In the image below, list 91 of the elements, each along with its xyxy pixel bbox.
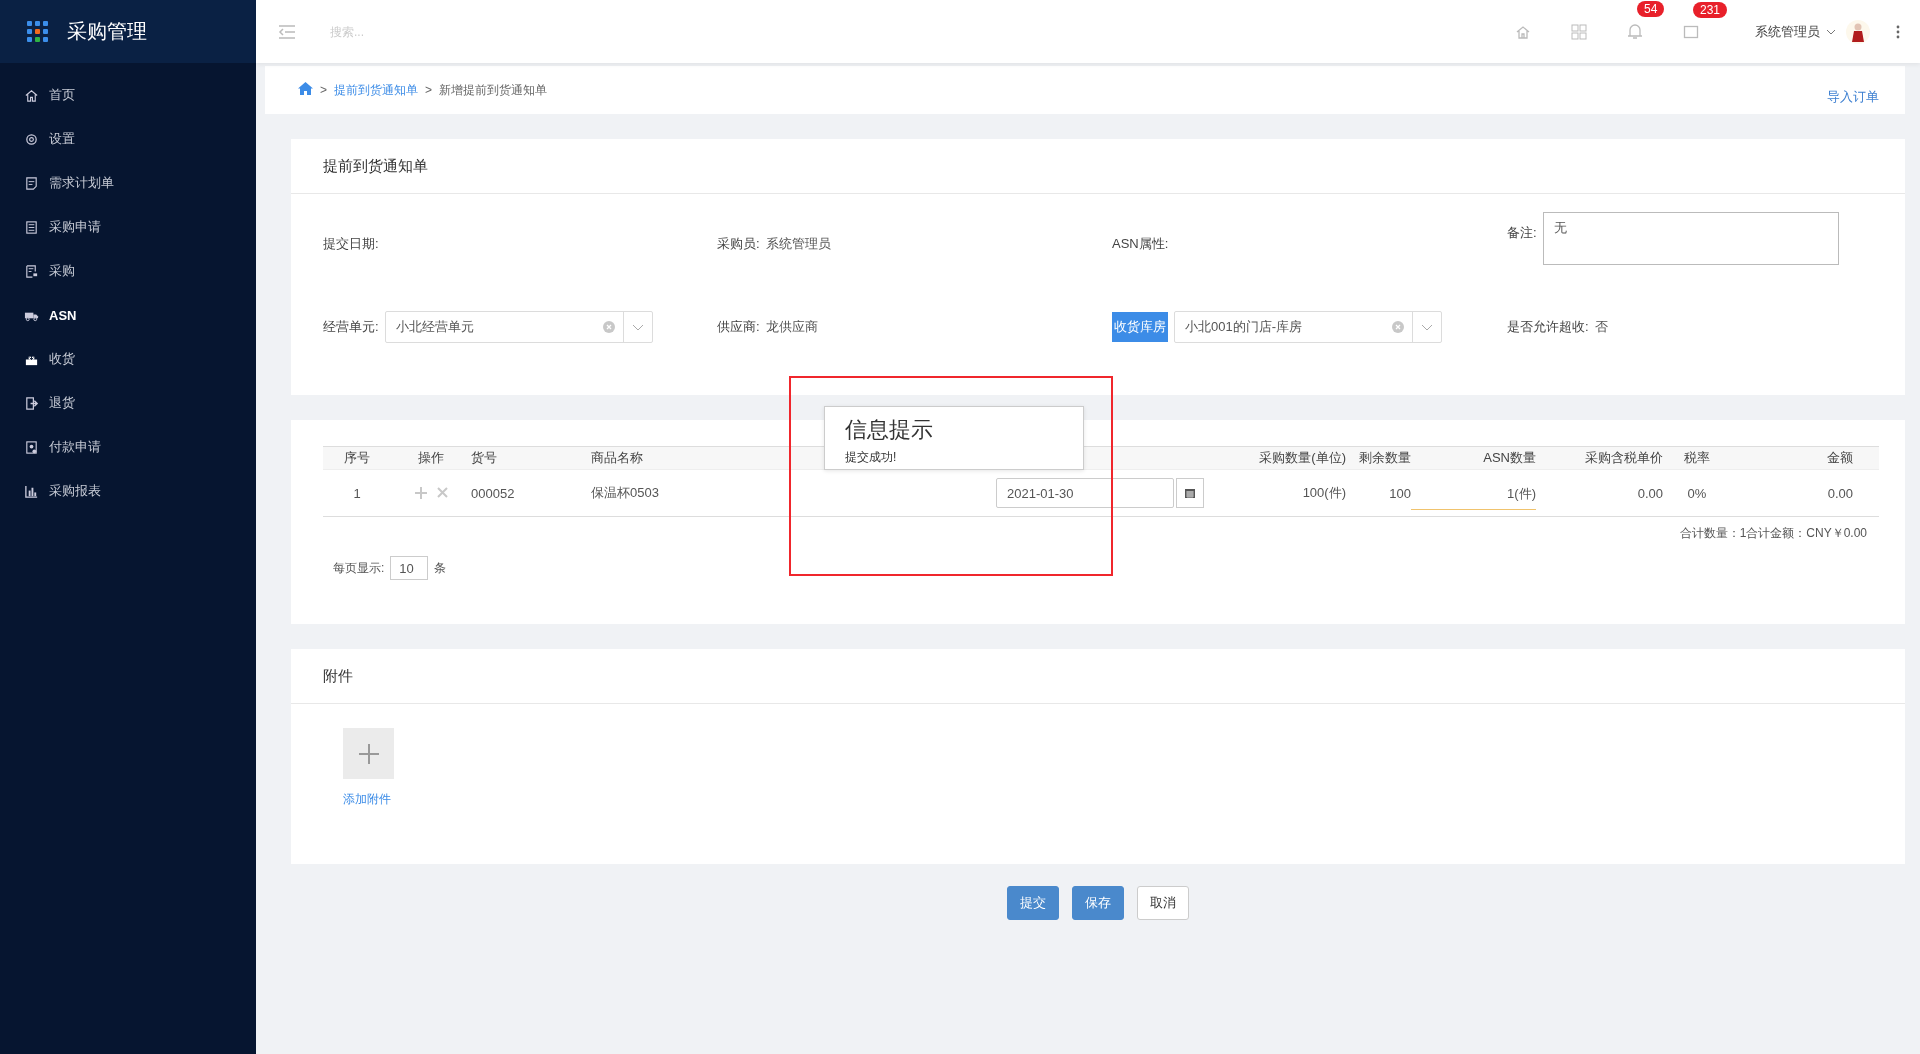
list-icon xyxy=(24,263,39,279)
close-icon[interactable] xyxy=(436,487,448,498)
field-label: 供应商: xyxy=(717,318,760,336)
add-attachment-link[interactable]: 添加附件 xyxy=(343,791,1905,808)
column-header: 金额 xyxy=(1827,449,1853,467)
dialog-message: 提交成功! xyxy=(845,449,898,466)
secondary-button[interactable]: 取消 xyxy=(1137,886,1189,920)
bell-icon[interactable] xyxy=(1627,23,1643,40)
page-size-label: 每页显示: xyxy=(333,559,385,577)
sidebar-item[interactable]: 付款申请 xyxy=(0,425,256,469)
grid-icon[interactable] xyxy=(1571,23,1587,40)
table-cell-text: 1 xyxy=(352,485,362,501)
sidebar-item[interactable]: ASN xyxy=(0,293,256,337)
calendar-icon xyxy=(1185,488,1195,498)
field-label: 备注: xyxy=(1507,224,1537,242)
sidebar-item[interactable]: 采购 xyxy=(0,249,256,293)
clear-icon[interactable] xyxy=(602,321,615,333)
home-icon[interactable] xyxy=(298,82,313,95)
select-field[interactable]: 小北001的门店-库房 xyxy=(1174,311,1442,343)
user-name[interactable]: 系统管理员 xyxy=(1755,22,1820,41)
column-header: 税率 xyxy=(1684,449,1710,467)
sidebar-item[interactable]: 首页 xyxy=(0,73,256,117)
chevron-down-icon[interactable] xyxy=(631,323,644,331)
sidebar-item[interactable]: 采购申请 xyxy=(0,205,256,249)
message-icon[interactable] xyxy=(1683,23,1699,40)
message-badge: 231 xyxy=(1693,1,1728,18)
table-cell-text: 100(件) xyxy=(1301,484,1346,502)
sidebar-item[interactable]: 收货 xyxy=(0,337,256,381)
import-order-link[interactable]: 导入订单 xyxy=(1827,88,1879,106)
sidebar-item[interactable]: 需求计划单 xyxy=(0,161,256,205)
field-value: 否 xyxy=(1594,318,1608,336)
menu-icon[interactable] xyxy=(278,23,296,40)
chevron-down-icon[interactable] xyxy=(1826,28,1836,35)
page-size-unit: 条 xyxy=(434,559,447,577)
primary-button[interactable]: 提交 xyxy=(1007,886,1059,920)
table-cell-text: 000052 xyxy=(471,485,516,501)
breadcrumb-current: 新增提前到货通知单 xyxy=(439,81,548,99)
field-label: 采购员: xyxy=(717,235,760,253)
form-icon xyxy=(24,219,39,235)
calendar-button[interactable] xyxy=(1176,478,1204,508)
page-size-field[interactable]: 10 xyxy=(390,556,429,580)
sidebar-item[interactable]: 采购报表 xyxy=(0,469,256,513)
sidebar-item[interactable]: 退货 xyxy=(0,381,256,425)
notification-badge: 54 xyxy=(1637,1,1665,17)
card-title: 附件 xyxy=(291,649,1905,704)
select-field[interactable]: 小北经营单元 xyxy=(384,311,653,343)
column-header: 剩余数量 xyxy=(1359,449,1411,467)
column-header: 序号 xyxy=(344,449,370,467)
table-cell-text: 0% xyxy=(1686,485,1708,501)
chevron-down-icon[interactable] xyxy=(1421,323,1433,331)
home-icon xyxy=(24,87,39,103)
column-header: 商品名称 xyxy=(591,449,643,467)
asn-quantity-field[interactable]: 1(件) xyxy=(1411,484,1536,510)
primary-button[interactable]: 保存 xyxy=(1072,886,1124,920)
field-label: 经营单元: xyxy=(323,318,379,336)
field-label: 收货库房 xyxy=(1112,312,1168,342)
avatar[interactable] xyxy=(1846,19,1870,44)
breadcrumb-separator: > xyxy=(425,83,433,97)
bar-chart-icon xyxy=(24,483,39,499)
settings-icon xyxy=(24,131,39,147)
column-header: 操作 xyxy=(418,449,444,467)
column-header: 货号 xyxy=(471,449,497,467)
breadcrumb-link[interactable]: 提前到货通知单 xyxy=(334,81,418,99)
app-grid-icon xyxy=(27,20,49,43)
card-title: 提前到货通知单 xyxy=(291,139,1905,194)
more-icon[interactable] xyxy=(1896,24,1900,39)
app-title: 采购管理 xyxy=(67,19,147,44)
sidebar-item[interactable]: 设置 xyxy=(0,117,256,161)
column-header: 采购含税单价 xyxy=(1585,449,1663,467)
add-icon[interactable] xyxy=(414,487,427,499)
document-icon xyxy=(24,175,39,191)
field-label: 提交日期: xyxy=(323,235,379,253)
field-label: ASN属性: xyxy=(1112,235,1169,253)
dialog-title: 信息提示 xyxy=(845,416,934,444)
clear-icon[interactable] xyxy=(1392,321,1404,333)
remark-textarea[interactable]: 无 xyxy=(1542,212,1839,265)
table-total: 合计数量：1合计金额：CNY￥0.00 xyxy=(1678,525,1868,542)
field-value: 龙供应商 xyxy=(765,318,818,336)
add-attachment-button[interactable] xyxy=(343,728,394,779)
column-header: 采购数量(单位) xyxy=(1259,449,1346,467)
table-cell-text: 保温杯0503 xyxy=(591,484,660,502)
field-label: 是否允许超收: xyxy=(1507,318,1589,336)
date-field[interactable]: 2021-01-30 xyxy=(996,478,1174,508)
exit-icon xyxy=(24,395,39,411)
plus-icon xyxy=(358,743,379,764)
column-header: ASN数量 xyxy=(1483,449,1536,467)
table-cell-text: 100 xyxy=(1388,485,1411,501)
breadcrumb-separator: > xyxy=(320,83,327,97)
table-cell-text: 0.00 xyxy=(1636,485,1663,501)
field-value: 系统管理员 xyxy=(765,235,831,253)
table-cell-text: 0.00 xyxy=(1826,485,1853,501)
